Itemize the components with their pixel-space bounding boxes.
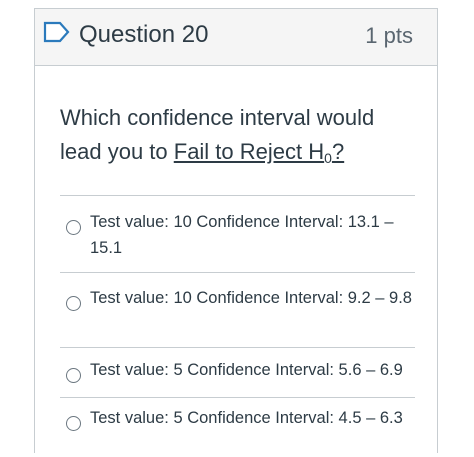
answer-option[interactable]: Test value: 10 Confidence Interval: 13.1…: [60, 195, 415, 272]
answer-label[interactable]: Test value: 10 Confidence Interval: 13.1…: [90, 209, 415, 261]
fail-to-reject-text: Fail to Reject H: [173, 139, 325, 164]
fail-to-reject-phrase: Fail to Reject H0?: [173, 139, 345, 166]
answer-option[interactable]: Test value: 5 Confidence Interval: 4.5 –…: [60, 397, 415, 457]
answer-label[interactable]: Test value: 5 Confidence Interval: 5.6 –…: [90, 357, 415, 383]
answer-option[interactable]: Test value: 5 Confidence Interval: 5.6 –…: [60, 347, 415, 397]
radio-button-icon[interactable]: [66, 368, 81, 383]
answer-label[interactable]: Test value: 10 Confidence Interval: 9.2 …: [90, 285, 415, 311]
question-title: Question 20: [79, 21, 209, 48]
radio-button-icon[interactable]: [66, 296, 81, 311]
question-header: Question 20 1 pts: [35, 9, 437, 66]
question-points: 1 pts: [365, 23, 413, 48]
question-text-after: ?: [331, 139, 345, 164]
radio-button-icon[interactable]: [66, 416, 81, 431]
answer-option[interactable]: Test value: 10 Confidence Interval: 9.2 …: [60, 272, 415, 347]
question-card: Question 20 1 pts Which confidence inter…: [34, 8, 438, 453]
radio-button-icon[interactable]: [66, 220, 81, 235]
answer-label[interactable]: Test value: 5 Confidence Interval: 4.5 –…: [90, 405, 415, 431]
answer-list: Test value: 10 Confidence Interval: 13.1…: [60, 195, 415, 457]
question-text: Which confidence interval would lead you…: [60, 101, 420, 175]
flag-icon[interactable]: [43, 21, 71, 43]
subscript-zero: 0: [324, 150, 332, 166]
